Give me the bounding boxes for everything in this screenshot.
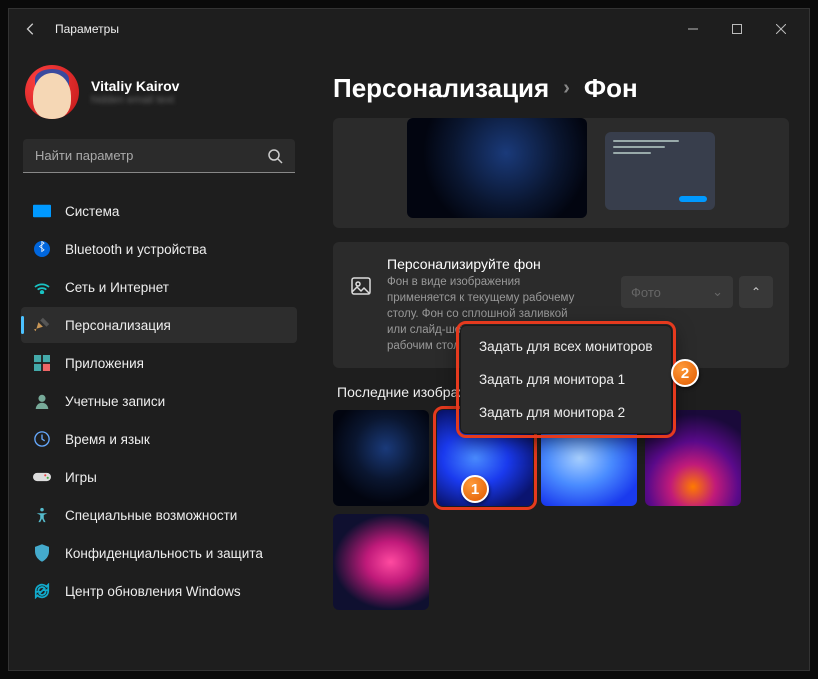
context-menu-item-1[interactable]: Задать для монитора 1 bbox=[461, 363, 671, 396]
sidebar-item-update[interactable]: Центр обновления Windows bbox=[21, 573, 297, 609]
sidebar-item-label: Центр обновления Windows bbox=[65, 584, 241, 599]
search-input[interactable] bbox=[35, 148, 267, 163]
recent-images-grid bbox=[333, 410, 789, 610]
profile-email: hidden email text bbox=[91, 94, 179, 106]
sidebar-item-label: Bluetooth и устройства bbox=[65, 242, 207, 257]
sidebar-item-time[interactable]: Время и язык bbox=[21, 421, 297, 457]
accounts-icon bbox=[33, 392, 51, 410]
sidebar-item-bluetooth[interactable]: Bluetooth и устройства bbox=[21, 231, 297, 267]
background-type-dropdown[interactable]: Фото ⌄ bbox=[621, 276, 733, 308]
breadcrumb-current: Фон bbox=[584, 73, 638, 104]
callout-2: 2 bbox=[671, 359, 699, 387]
nav-list: Система Bluetooth и устройства Сеть и Инте… bbox=[21, 193, 297, 609]
sidebar-item-network[interactable]: Сеть и Интернет bbox=[21, 269, 297, 305]
setting-controls: Фото ⌄ ⌃ bbox=[621, 276, 773, 308]
personalization-icon bbox=[33, 316, 51, 334]
sidebar-item-label: Специальные возможности bbox=[65, 508, 237, 523]
sidebar-item-apps[interactable]: Приложения bbox=[21, 345, 297, 381]
dropdown-value: Фото bbox=[631, 285, 661, 300]
network-icon bbox=[33, 278, 51, 296]
back-button[interactable] bbox=[15, 13, 47, 45]
sidebar-item-label: Приложения bbox=[65, 356, 144, 371]
sidebar-item-privacy[interactable]: Конфиденциальность и защита bbox=[21, 535, 297, 571]
mini-preview bbox=[605, 132, 715, 210]
system-icon bbox=[33, 202, 51, 220]
sidebar-item-gaming[interactable]: Игры bbox=[21, 459, 297, 495]
sidebar-item-label: Игры bbox=[65, 470, 97, 485]
sidebar-item-label: Конфиденциальность и защита bbox=[65, 546, 263, 561]
sidebar-item-label: Персонализация bbox=[65, 318, 171, 333]
breadcrumb-parent[interactable]: Персонализация bbox=[333, 73, 549, 104]
profile-name: Vitaliy Kairov bbox=[91, 78, 179, 94]
preview-card bbox=[333, 118, 789, 228]
desktop-preview bbox=[407, 118, 587, 218]
search-icon bbox=[267, 148, 283, 164]
image-icon bbox=[349, 274, 373, 298]
titlebar: Параметры bbox=[9, 9, 809, 49]
accessibility-icon bbox=[33, 506, 51, 524]
apps-icon bbox=[33, 354, 51, 372]
expand-button[interactable]: ⌃ bbox=[739, 276, 773, 308]
maximize-button[interactable] bbox=[715, 13, 759, 45]
context-menu-item-2[interactable]: Задать для монитора 2 bbox=[461, 396, 671, 429]
bluetooth-icon bbox=[33, 240, 51, 258]
minimize-button[interactable] bbox=[671, 13, 715, 45]
sidebar-item-label: Система bbox=[65, 204, 119, 219]
recent-image-5[interactable] bbox=[333, 514, 429, 610]
callout-1: 1 bbox=[461, 475, 489, 503]
window-controls bbox=[671, 13, 803, 45]
setting-title: Персонализируйте фон bbox=[387, 256, 607, 272]
sidebar-item-label: Время и язык bbox=[65, 432, 150, 447]
sidebar-item-accounts[interactable]: Учетные записи bbox=[21, 383, 297, 419]
search-box[interactable] bbox=[23, 139, 295, 173]
sidebar-item-accessibility[interactable]: Специальные возможности bbox=[21, 497, 297, 533]
sidebar: Vitaliy Kairov hidden email text Система… bbox=[9, 49, 309, 670]
close-button[interactable] bbox=[759, 13, 803, 45]
sidebar-item-label: Сеть и Интернет bbox=[65, 280, 169, 295]
avatar bbox=[25, 65, 79, 119]
settings-window: Параметры Vitaliy Kairov hidden email te… bbox=[8, 8, 810, 671]
breadcrumb: Персонализация › Фон bbox=[333, 73, 789, 104]
sidebar-item-label: Учетные записи bbox=[65, 394, 165, 409]
sidebar-item-personalization[interactable]: Персонализация bbox=[21, 307, 297, 343]
privacy-icon bbox=[33, 544, 51, 562]
time-icon bbox=[33, 430, 51, 448]
chevron-right-icon: › bbox=[563, 77, 570, 100]
recent-image-1[interactable] bbox=[333, 410, 429, 506]
window-title: Параметры bbox=[55, 22, 119, 36]
profile-block[interactable]: Vitaliy Kairov hidden email text bbox=[21, 57, 297, 135]
context-menu[interactable]: Задать для всех мониторовЗадать для мони… bbox=[460, 325, 672, 434]
chevron-down-icon: ⌄ bbox=[712, 284, 723, 300]
update-icon bbox=[33, 582, 51, 600]
chevron-up-icon: ⌃ bbox=[751, 285, 761, 299]
sidebar-item-system[interactable]: Система bbox=[21, 193, 297, 229]
context-menu-item-0[interactable]: Задать для всех мониторов bbox=[461, 330, 671, 363]
gaming-icon bbox=[33, 468, 51, 486]
